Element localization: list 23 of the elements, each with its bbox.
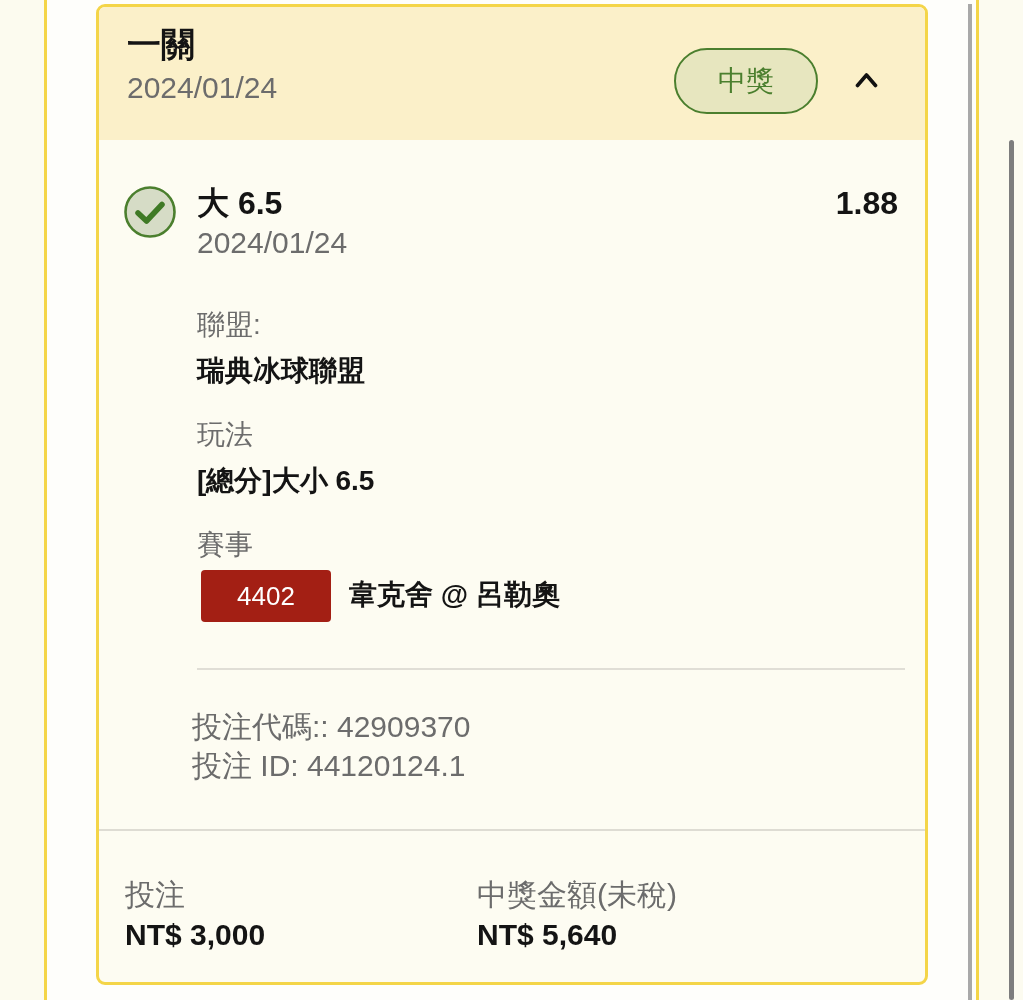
match-teams: 韋克舍 @ 呂勒奧 xyxy=(349,578,560,612)
detail-label: 玩法 xyxy=(197,418,254,452)
card-header[interactable]: 一關 2024/01/24 中獎 xyxy=(99,7,925,140)
selection-name: 大 6.5 xyxy=(197,184,283,223)
detail-label: 聯盟: xyxy=(197,308,262,342)
selection-date: 2024/01/24 xyxy=(197,225,349,261)
amount-label: 投注 xyxy=(125,877,186,913)
scrollbar-thumb[interactable] xyxy=(968,4,972,1000)
bet-title: 一關 xyxy=(127,24,196,65)
match-number-badge: 4402 xyxy=(201,570,331,622)
amount-value: NT$ 5,640 xyxy=(477,917,619,953)
amount-value: NT$ 3,000 xyxy=(125,917,267,953)
bet-reference: 投注 ID: 44120124.1 xyxy=(192,748,467,784)
detail-value: [總分]大小 6.5 xyxy=(197,464,376,498)
status-badge: 中獎 xyxy=(674,48,818,114)
amount-label: 中獎金額(未稅) xyxy=(477,877,678,913)
detail-value: 瑞典冰球聯盟 xyxy=(197,354,366,388)
chevron-up-icon[interactable] xyxy=(855,72,878,88)
detail-label: 賽事 xyxy=(197,528,254,562)
bet-reference: 投注代碼:: 42909370 xyxy=(192,709,472,745)
bet-date: 2024/01/24 xyxy=(127,70,279,106)
odds-value: 1.88 xyxy=(835,184,899,223)
scrollbar-thumb[interactable] xyxy=(1009,140,1014,1000)
